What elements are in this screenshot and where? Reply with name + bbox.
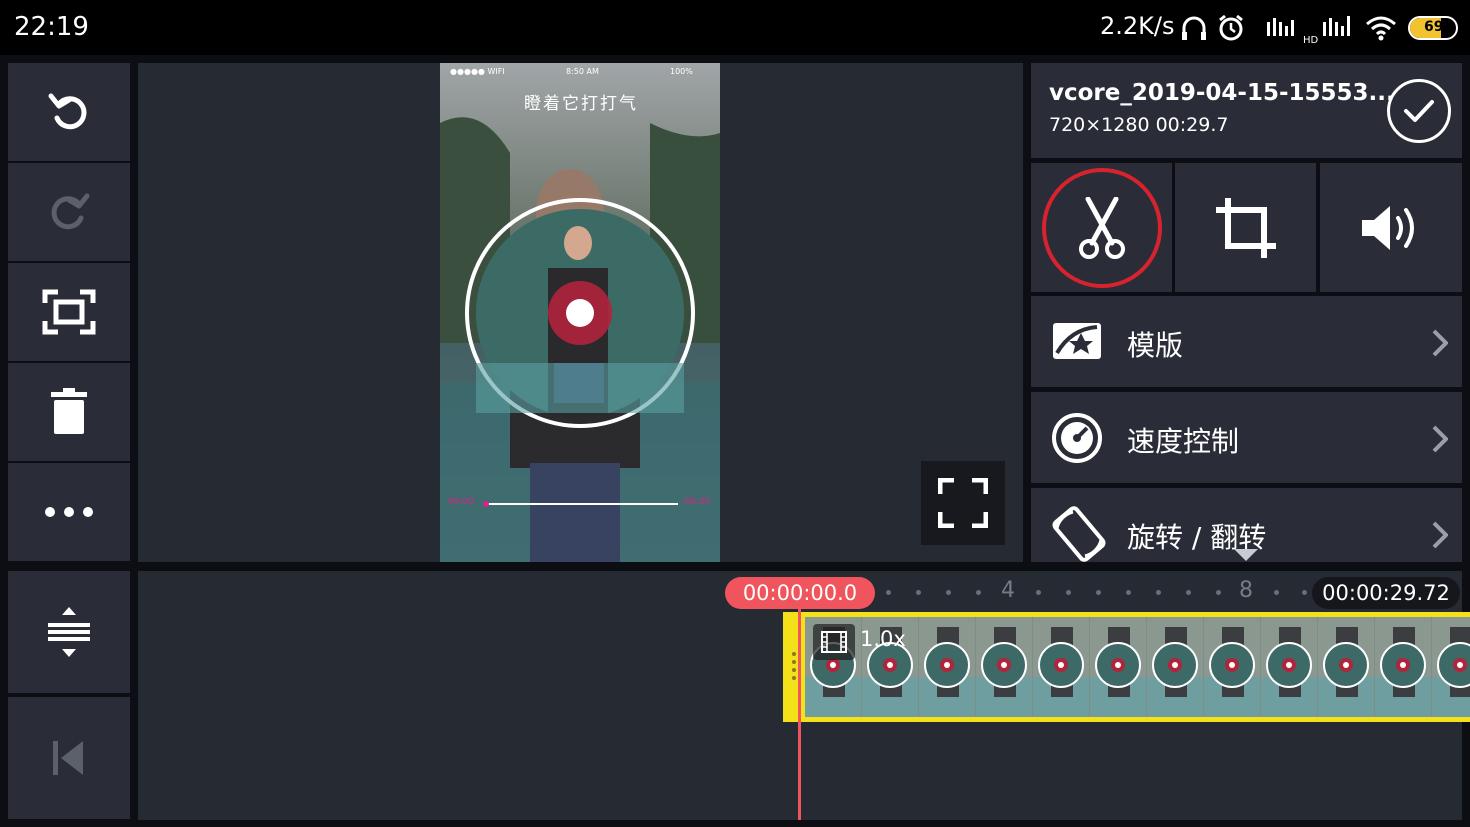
- redo-icon: [51, 193, 90, 230]
- fullscreen-button[interactable]: [921, 461, 1005, 545]
- time-ruler-tick: [946, 590, 951, 595]
- more-button[interactable]: [8, 463, 130, 561]
- menu-item-label: 模版: [1127, 329, 1184, 362]
- network-speed: 2.2K/s: [1100, 12, 1175, 40]
- wifi-icon: [1366, 16, 1396, 41]
- time-ruler-tick: [916, 590, 921, 595]
- chevron-right-icon: [1432, 329, 1448, 357]
- time-ruler-tick: [1066, 590, 1071, 595]
- alarm-icon: [1219, 14, 1243, 41]
- fit-screen-icon: [42, 289, 96, 335]
- time-ruler-tick: [1274, 590, 1279, 595]
- time-ruler-tick: [1036, 590, 1041, 595]
- scroll-more-indicator-icon: [1234, 549, 1258, 561]
- template-icon: [1053, 323, 1101, 359]
- clip-thumbnail: [1432, 617, 1470, 717]
- check-icon: [1404, 100, 1434, 122]
- clip-thumbnail: [1033, 617, 1089, 717]
- clip-trim-handle[interactable]: [791, 650, 797, 684]
- film-icon: [821, 631, 847, 653]
- time-ruler-tick: [1096, 590, 1101, 595]
- clip-thumbnail: [1261, 617, 1317, 717]
- chevron-right-icon: [1432, 521, 1448, 549]
- drag-handle-icon: [792, 652, 796, 680]
- clip-meta: 720×1280 00:29.7: [1049, 114, 1229, 136]
- volume-tool-button[interactable]: [1320, 163, 1462, 292]
- time-ruler-label: 4: [1001, 578, 1015, 603]
- video-preview[interactable]: ●●●●● WIFI 8:50 AM 100% 瞪着它打打气 00:00 00:…: [440, 63, 720, 562]
- status-bar: [0, 0, 1470, 55]
- video-time-left: 00:00: [448, 497, 474, 507]
- status-clock: 22:19: [14, 12, 89, 42]
- skip-to-start-button[interactable]: [8, 697, 130, 819]
- crop-icon: [1215, 197, 1276, 258]
- playhead[interactable]: [798, 605, 801, 820]
- skip-to-start-icon: [53, 741, 83, 775]
- clip-thumbnail: [1375, 617, 1431, 717]
- rotate-icon: [1052, 506, 1106, 562]
- clip-thumbnail: [1204, 617, 1260, 717]
- time-ruler-label: 8: [1239, 578, 1253, 603]
- scissors-icon: [1078, 196, 1125, 259]
- expand-timeline-button[interactable]: [8, 571, 130, 693]
- clip-thumbnail: [919, 617, 975, 717]
- video-caption: 瞪着它打打气: [524, 94, 638, 114]
- crop-tool-button[interactable]: [1175, 163, 1316, 292]
- undo-icon: [48, 93, 87, 130]
- phone-time: 8:50 AM: [566, 67, 599, 76]
- more-icon: [45, 507, 93, 517]
- time-ruler-tick: [976, 590, 981, 595]
- clip-thumbnail: [976, 617, 1032, 717]
- fullscreen-icon: [938, 478, 988, 528]
- expand-timeline-icon: [48, 607, 90, 657]
- video-time-right: 00:30: [684, 497, 710, 507]
- clip-thumbnail: [1090, 617, 1146, 717]
- headphone-icon: [1182, 16, 1206, 40]
- delete-icon: [51, 388, 87, 434]
- split-tool-button[interactable]: [1031, 163, 1172, 292]
- time-ruler-tick: [1216, 590, 1221, 595]
- volume-icon: [1362, 205, 1414, 250]
- time-ruler-tick: [1156, 590, 1161, 595]
- clip-type-badge: [813, 624, 855, 660]
- undo-button[interactable]: [8, 63, 130, 161]
- menu-item-label: 速度控制: [1127, 425, 1240, 458]
- menu-item-speed-control[interactable]: 速度控制: [1031, 392, 1462, 483]
- confirm-button[interactable]: [1387, 79, 1451, 143]
- delete-button[interactable]: [8, 363, 130, 461]
- speedometer-icon: [1052, 413, 1102, 463]
- clip-thumbnail: [1318, 617, 1374, 717]
- time-ruler-tick: [1302, 590, 1307, 595]
- chevron-right-icon: [1432, 425, 1448, 453]
- time-ruler-tick: [886, 590, 891, 595]
- svg-text:HD: HD: [1303, 35, 1319, 44]
- time-ruler-tick: [1186, 590, 1191, 595]
- clip-speed-label: 1.0x: [860, 627, 906, 651]
- split-tool-selected-ring: [1041, 167, 1162, 288]
- time-ruler-tick: [1126, 590, 1131, 595]
- phone-battery: 100%: [670, 67, 693, 76]
- fit-screen-button[interactable]: [8, 263, 130, 361]
- battery-level: 69: [1424, 19, 1444, 35]
- menu-item-rotate-flip[interactable]: 旋转 / 翻转: [1031, 488, 1462, 562]
- signal-hd-icon: HD: [1303, 16, 1350, 44]
- signal-icon: [1267, 18, 1294, 36]
- total-time-badge: 00:00:29.72: [1312, 577, 1460, 609]
- clip-thumbnail: [1147, 617, 1203, 717]
- battery-icon: 69: [1408, 16, 1458, 40]
- menu-item-template[interactable]: 模版: [1031, 296, 1462, 387]
- redo-button[interactable]: [8, 163, 130, 261]
- clip-name: vcore_2019-04-15-15553...: [1049, 80, 1395, 106]
- video-frame-image: [440, 63, 720, 562]
- phone-carrier: ●●●●● WIFI: [450, 67, 505, 76]
